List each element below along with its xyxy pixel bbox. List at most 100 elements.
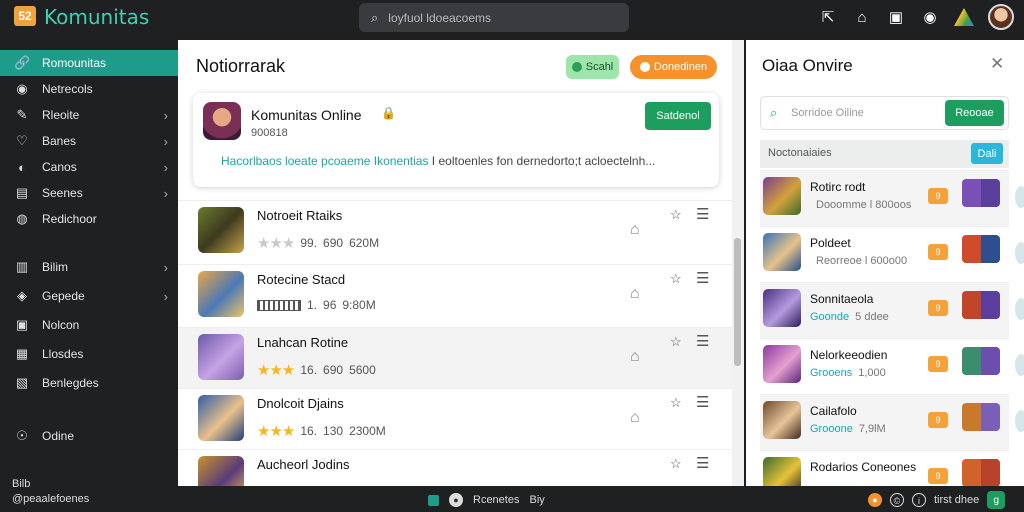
main-scrollbar-thumb[interactable] bbox=[734, 238, 741, 366]
pill-green-label: Scahl bbox=[585, 61, 614, 73]
right-search-input[interactable]: ⌕ Sorridoe Oiline Reooae bbox=[760, 96, 1009, 130]
youtube-icon[interactable]: ▣ bbox=[886, 8, 906, 26]
item-name: Poldeet bbox=[810, 236, 851, 250]
sidebar-item-redichoor[interactable]: ◍ Redichoor bbox=[0, 206, 178, 232]
sidebar: 🔗 Romounitas ◉ Netrecols ✎ Rleoite › ♡ B… bbox=[0, 36, 178, 486]
edge-handle[interactable] bbox=[1015, 410, 1024, 432]
secondary-thumbnail bbox=[962, 347, 1000, 375]
home-icon[interactable]: ⌂ bbox=[852, 9, 872, 26]
list-item[interactable]: Poldeet Reorreoe l 600o00 9 bbox=[760, 226, 1009, 282]
featured-action-button[interactable]: Satdenol bbox=[645, 102, 711, 130]
sun-icon: ☉ bbox=[16, 428, 28, 443]
sidebar-item-odine[interactable]: ☉ Odine bbox=[0, 423, 178, 449]
sidebar-item-label: Netrecols bbox=[42, 82, 93, 96]
pin-icon[interactable]: ☆ bbox=[670, 207, 682, 223]
section-button[interactable]: Dali bbox=[971, 143, 1003, 164]
badge-icon[interactable]: g bbox=[987, 491, 1006, 509]
status-pill-orange[interactable]: Donedinen bbox=[630, 55, 717, 79]
secondary-thumbnail bbox=[962, 291, 1000, 319]
row-meta: ★★★ 16. 130 2300M bbox=[257, 422, 386, 440]
sidebar-item-banes[interactable]: ♡ Banes › bbox=[0, 128, 178, 154]
sidebar-item-label: Banes bbox=[42, 134, 77, 148]
row-n2: 130 bbox=[323, 424, 344, 438]
circle-icon[interactable]: ◉ bbox=[920, 8, 940, 26]
copyright-icon[interactable]: © bbox=[890, 493, 904, 507]
brand-name[interactable]: Komunitas bbox=[44, 5, 149, 29]
menu-icon[interactable]: ☰ bbox=[696, 332, 709, 350]
lock-icon: 🔒 bbox=[381, 106, 396, 120]
table-row[interactable]: Lnahcan Rotine ★★★ 16. 690 5600 ⌂ ☆ ☰ bbox=[178, 327, 732, 389]
global-search-input[interactable]: ⌕ loyfuol ldoeacoems bbox=[359, 3, 629, 32]
pin-icon[interactable]: ☆ bbox=[670, 271, 682, 287]
row-n1: 1. bbox=[307, 298, 318, 312]
avatar[interactable] bbox=[988, 4, 1014, 30]
right-search-button[interactable]: Reooae bbox=[945, 100, 1004, 126]
sidebar-item-gepede[interactable]: ◈ Gepede › bbox=[0, 283, 178, 309]
bottom-mid-label2[interactable]: Biy bbox=[529, 494, 544, 506]
app-logo[interactable]: 52 bbox=[14, 6, 36, 26]
edge-handle[interactable] bbox=[1015, 354, 1024, 376]
secondary-thumbnail bbox=[962, 403, 1000, 431]
info-icon[interactable]: i bbox=[912, 493, 926, 507]
list-item[interactable]: Sonnitaeola Goonde 5 ddee 9 bbox=[760, 282, 1009, 338]
sidebar-item-rleoite[interactable]: ✎ Rleoite › bbox=[0, 102, 178, 128]
menu-icon[interactable]: ☰ bbox=[696, 393, 709, 411]
menu-icon[interactable]: ☰ bbox=[696, 454, 709, 472]
sidebar-item-romounitas[interactable]: 🔗 Romounitas bbox=[0, 50, 178, 76]
status-pill-green[interactable]: Scahl bbox=[566, 55, 619, 79]
pin-icon[interactable]: ☆ bbox=[670, 395, 682, 411]
table-row[interactable]: Notroeit Rtaiks ★★★ 99. 690 620M ⌂ ☆ ☰ bbox=[178, 200, 732, 262]
bank-icon[interactable]: ⌂ bbox=[630, 348, 640, 366]
sidebar-item-label: Llosdes bbox=[42, 347, 84, 361]
search-icon: ⌕ bbox=[770, 105, 778, 120]
item-badge: 9 bbox=[928, 468, 948, 484]
pin-icon[interactable]: ☆ bbox=[670, 456, 682, 472]
bottom-mid-label[interactable]: Rcenetes bbox=[473, 494, 519, 506]
sidebar-item-canos[interactable]: ◐ Canos › bbox=[0, 154, 178, 180]
sidebar-item-nolcon[interactable]: ▣ Nolcon bbox=[0, 312, 178, 338]
bottom-middle: ● Rcenetes Biy bbox=[428, 493, 545, 507]
page-title: Notiorrarak bbox=[196, 56, 286, 76]
bank-icon[interactable]: ⌂ bbox=[630, 221, 640, 239]
table-row[interactable]: Dnolcoit Djains ★★★ 16. 130 2300M ⌂ ☆ ☰ bbox=[178, 388, 732, 450]
rating-stars: ★★★ bbox=[257, 423, 295, 440]
pin-icon[interactable]: ☆ bbox=[670, 334, 682, 350]
table-row[interactable]: Aucheorl Jodins ★★★ ☆ ☰ bbox=[178, 449, 732, 486]
sidebar-item-benlegdes[interactable]: ▧ Benlegdes bbox=[0, 370, 178, 396]
bank-icon[interactable]: ⌂ bbox=[630, 409, 640, 427]
table-row[interactable]: Rotecine Stacd 1. 96 9:80M ⌂ ☆ ☰ bbox=[178, 264, 732, 326]
sidebar-item-llosdes[interactable]: ▦ Llosdes bbox=[0, 341, 178, 367]
bottom-left[interactable]: @peaalefoenes bbox=[12, 493, 89, 505]
item-sub: Grooone 7,9lM bbox=[810, 423, 886, 435]
sidebar-item-bilim[interactable]: ▥ Bilim › bbox=[0, 254, 178, 280]
sidebar-item-netrecols[interactable]: ◉ Netrecols bbox=[0, 76, 178, 102]
edge-handle[interactable] bbox=[1015, 298, 1024, 320]
notification-icon[interactable]: ● bbox=[449, 493, 463, 507]
sidebar-item-seenes[interactable]: ▤ Seenes › bbox=[0, 180, 178, 206]
list-item[interactable]: Rotirc rodt Dooomme l 800oos 9 bbox=[760, 170, 1009, 226]
list-item[interactable]: Rodarios Coneones 9 bbox=[760, 450, 1009, 486]
row-size: 9:80M bbox=[342, 298, 376, 312]
export-icon[interactable]: ⇱ bbox=[818, 8, 838, 26]
menu-icon[interactable]: ☰ bbox=[696, 205, 709, 223]
bank-icon[interactable]: ⌂ bbox=[630, 285, 640, 303]
game-thumbnail bbox=[198, 207, 244, 253]
list-item[interactable]: Cailafolo Grooone 7,9lM 9 bbox=[760, 394, 1009, 450]
edge-handle[interactable] bbox=[1015, 186, 1024, 208]
edge-handle[interactable] bbox=[1015, 242, 1024, 264]
dot-icon bbox=[639, 62, 650, 72]
menu-icon[interactable]: ☰ bbox=[696, 269, 709, 287]
alert-icon[interactable]: ● bbox=[868, 493, 882, 507]
item-badge: 9 bbox=[928, 412, 948, 428]
chevron-right-icon: › bbox=[163, 185, 168, 201]
featured-description-highlight[interactable]: Hacorlbaos loeate pcoaeme Ikonentias bbox=[221, 154, 428, 168]
close-icon[interactable]: ✕ bbox=[990, 54, 1004, 74]
game-thumbnail bbox=[763, 457, 801, 486]
list-item[interactable]: Nelorkeeodien Grooens 1,000 9 bbox=[760, 338, 1009, 394]
sidebar-item-label: Benlegdes bbox=[42, 376, 99, 390]
chevron-right-icon: › bbox=[163, 288, 168, 304]
sidebar-item-label: Odine bbox=[42, 429, 75, 443]
chevron-right-icon: › bbox=[163, 133, 168, 149]
rainbow-icon[interactable] bbox=[954, 8, 974, 26]
featured-card[interactable]: Komunitas Online 🔒 900818 Satdenol Hacor… bbox=[193, 93, 719, 187]
